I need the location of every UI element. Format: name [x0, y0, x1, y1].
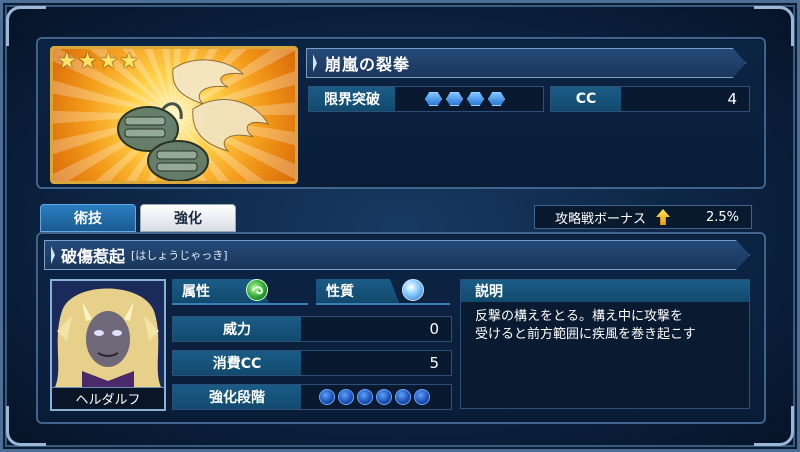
- gauntlet-icon: [117, 59, 269, 181]
- cc-value: 4: [727, 90, 737, 108]
- enhance-dot-icon: [357, 389, 373, 405]
- character-avatar: [52, 281, 164, 389]
- enhance-dot-icon: [319, 389, 335, 405]
- title-marker: [313, 54, 317, 72]
- power-label: 威力: [173, 317, 301, 341]
- limit-gem-icon: [467, 92, 484, 106]
- limit-break-gems: [395, 87, 505, 111]
- description-line: 反撃の構えをとる。構え中に攻撃を: [475, 309, 684, 324]
- character-name: ヘルダルフ: [52, 387, 164, 409]
- limit-break-row: 限界突破: [308, 86, 544, 112]
- description-line: 受けると前方範囲に疾風を巻き起こす: [475, 327, 696, 342]
- enhance-level-dots: [301, 385, 430, 409]
- cc-label: CC: [551, 87, 621, 111]
- description-label: 説明: [461, 280, 749, 302]
- cc-cost-label: 消費CC: [173, 351, 301, 375]
- cc-row: CC 4: [550, 86, 750, 112]
- weapon-title-bar: 崩嵐の裂拳: [306, 48, 746, 78]
- power-value: 0: [429, 320, 439, 338]
- tab-skill[interactable]: 術技: [40, 204, 136, 232]
- attribute-underline: [172, 303, 308, 305]
- enhance-dot-icon: [376, 389, 392, 405]
- enhance-dot-icon: [395, 389, 411, 405]
- power-row: 威力 0: [172, 316, 452, 342]
- cc-cost-value: 5: [429, 354, 439, 372]
- enhance-level-label: 強化段階: [173, 385, 301, 409]
- description-text: 反撃の構えをとる。構え中に攻撃を 受けると前方範囲に疾風を巻き起こす: [461, 302, 749, 350]
- wind-element-icon: [246, 279, 268, 301]
- property-label: 性質: [316, 279, 400, 305]
- arrow-up-icon: [656, 209, 671, 225]
- title-marker: [51, 246, 55, 264]
- enhance-dot-icon: [414, 389, 430, 405]
- weapon-card[interactable]: ★ ★ ★ ★: [50, 46, 298, 184]
- limit-gem-icon: [488, 92, 505, 106]
- raid-bonus: 攻略戦ボーナス 2.5%: [534, 205, 752, 229]
- character-portrait[interactable]: ヘルダルフ: [50, 279, 166, 411]
- limit-gem-icon: [425, 92, 442, 106]
- limit-break-label: 限界突破: [309, 87, 395, 111]
- skill-title-bar: 破傷惹起 [はしょうじゃっき]: [44, 240, 750, 270]
- enhance-dot-icon: [338, 389, 354, 405]
- property-underline: [316, 303, 450, 305]
- cc-cost-row: 消費CC 5: [172, 350, 452, 376]
- bonus-label: 攻略戦ボーナス: [555, 211, 647, 227]
- enhance-level-row: 強化段階: [172, 384, 452, 410]
- tab-enhance[interactable]: 強化: [140, 204, 236, 232]
- limit-gem-icon: [446, 92, 463, 106]
- description-box: 説明 反撃の構えをとる。構え中に攻撃を 受けると前方範囲に疾風を巻き起こす: [460, 279, 750, 409]
- water-orb-icon: [402, 279, 424, 301]
- bonus-value: 2.5%: [705, 209, 739, 225]
- skill-reading: [はしょうじゃっき]: [131, 249, 228, 262]
- skill-name: 破傷惹起: [61, 247, 126, 266]
- weapon-name: 崩嵐の裂拳: [325, 55, 411, 74]
